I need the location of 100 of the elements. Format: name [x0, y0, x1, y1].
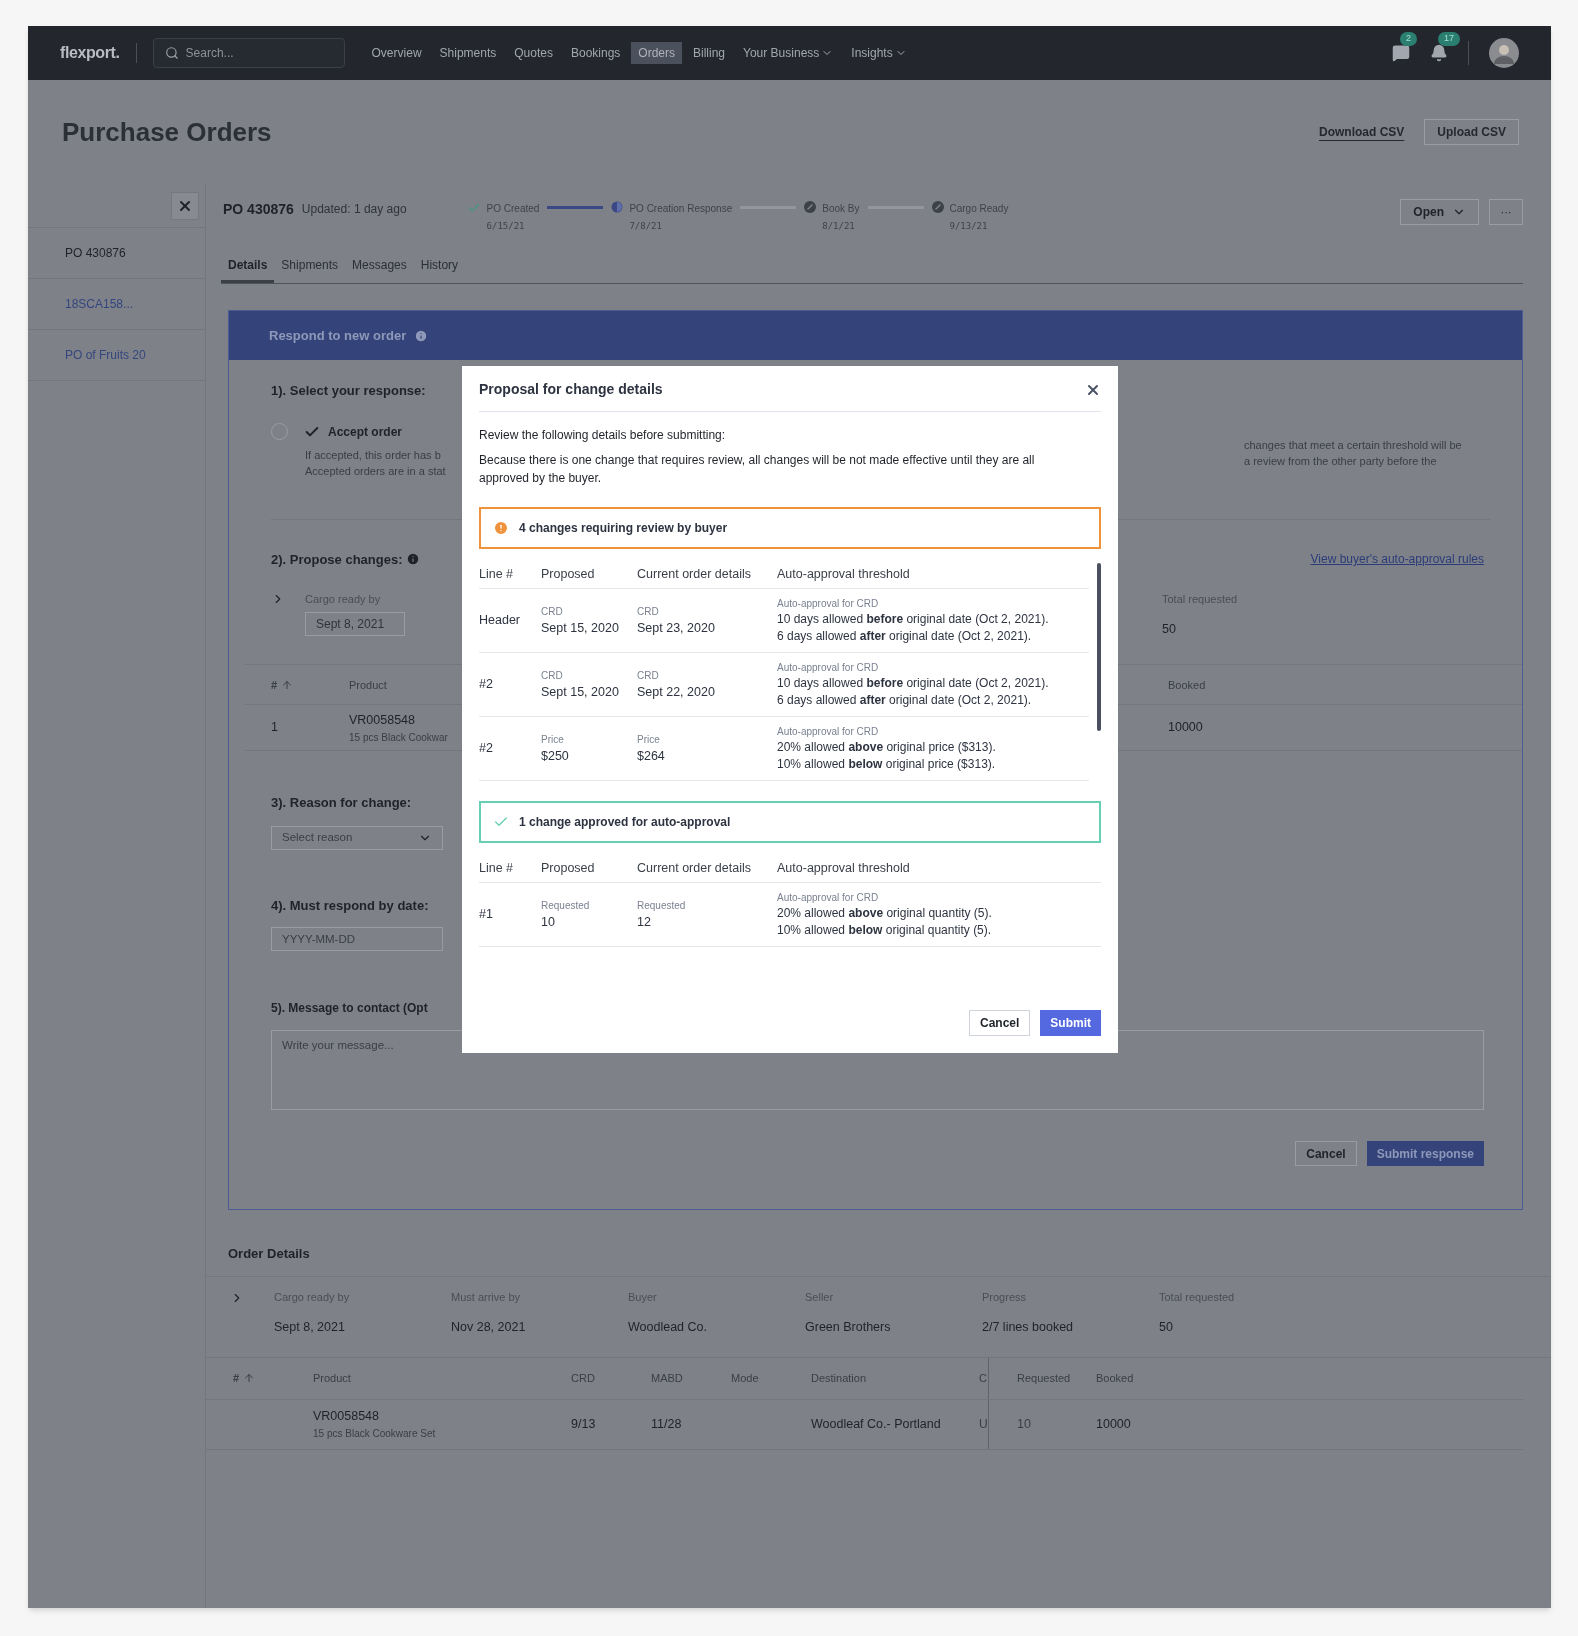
avatar[interactable] — [1489, 38, 1519, 68]
modal-message: Because there is one change that requires review, all changes will be not made effective until they are all approved by the buyer. — [479, 452, 1036, 487]
field-label: CRD — [637, 604, 660, 619]
sidebar-item[interactable]: PO 430876 — [28, 228, 205, 279]
column-header: Line # — [479, 860, 515, 878]
column-header: C — [979, 1370, 988, 1386]
chat-icon[interactable] — [1392, 44, 1410, 62]
product-description: 15 pcs Black Cookwar — [349, 730, 448, 745]
option-description: Accepted orders are in a stat — [305, 463, 446, 479]
field-value: Sept 8, 2021 — [274, 1319, 346, 1336]
field-label: CRD — [541, 668, 564, 683]
threshold-label: Auto-approval for CRD — [777, 891, 880, 905]
count-badge: 17 — [1438, 32, 1460, 46]
section-heading: 5). Message to contact (Opt — [271, 1000, 428, 1018]
proposed-value: $250 — [541, 747, 570, 765]
cancel-button[interactable]: Cancel — [968, 1010, 1031, 1036]
step-date: 8/1/21 — [822, 220, 856, 233]
field-label: CRD — [637, 668, 660, 683]
option-label: Accept order — [328, 423, 403, 441]
column-header: Auto-approval threshold — [777, 566, 911, 584]
nav-link[interactable]: Overview — [364, 42, 429, 64]
field-label: Price — [541, 732, 565, 747]
upload-button[interactable]: Upload CSV — [1424, 119, 1519, 145]
table-cell-text: Woodleaf Co.- Portland — [811, 1415, 942, 1433]
tab[interactable]: Details — [221, 256, 275, 283]
table-cell: 10 — [988, 1399, 1096, 1449]
column-header: CRD — [571, 1370, 596, 1386]
scrollbar[interactable] — [1097, 563, 1101, 731]
nav-link[interactable]: Billing — [686, 42, 733, 64]
sidebar-item[interactable]: 18SCA158... — [28, 279, 205, 330]
current-value: Sept 23, 2020 — [637, 619, 716, 637]
reason-select[interactable]: Select reason — [271, 825, 443, 850]
table-cell-text: 11/28 — [651, 1415, 683, 1433]
field-label: Requested — [541, 898, 591, 913]
step-label: Book By — [822, 202, 860, 216]
section-heading: 4). Must respond by date: — [271, 896, 429, 915]
product-code: VR0058548 — [349, 711, 417, 729]
proposed-value: Sept 15, 2020 — [541, 619, 620, 637]
tab[interactable]: History — [413, 256, 466, 283]
cancel-button[interactable]: Cancel — [1295, 1141, 1357, 1167]
column-header: Destination — [811, 1370, 868, 1386]
line-number: #2 — [479, 676, 494, 694]
search-field[interactable]: Search... — [152, 38, 345, 68]
count-badge: 2 — [1400, 32, 1417, 46]
submit-response-button[interactable]: Submit response — [1366, 1141, 1484, 1167]
line-number: 1 — [271, 719, 279, 737]
download-link[interactable]: Download CSV — [1319, 123, 1405, 141]
field-value: 50 — [1159, 1319, 1174, 1336]
section-heading: 1). Select your response: — [271, 382, 427, 400]
po-number: PO 430876 — [223, 200, 294, 219]
current-value: 12 — [637, 913, 652, 931]
field-label: CRD — [541, 604, 564, 619]
bell-icon[interactable] — [1430, 44, 1448, 62]
field-label: Requested — [637, 898, 687, 913]
threshold-rule: 10% allowed below original quantity (5). — [777, 922, 993, 939]
nav-link[interactable]: Your Business — [736, 42, 841, 64]
threshold-label: Auto-approval for CRD — [777, 597, 880, 611]
table-cell-text: 9/13 — [571, 1415, 597, 1433]
status-dropdown[interactable]: Open — [1400, 199, 1479, 225]
date-input[interactable]: YYYY-MM-DD — [271, 927, 443, 952]
warning-icon — [493, 520, 509, 536]
nav-link[interactable]: Shipments — [432, 42, 504, 64]
current-value: $264 — [637, 747, 666, 765]
column-header: Mode — [731, 1370, 760, 1386]
section-heading: 2). Propose changes: — [271, 550, 403, 569]
current-value: Sept 22, 2020 — [637, 683, 716, 701]
info-icon — [414, 328, 429, 343]
column-header: Line # — [479, 566, 515, 584]
field-value: 2/7 lines booked — [982, 1319, 1075, 1336]
product-description: 15 pcs Black Cookware Set — [313, 1426, 437, 1441]
threshold-rule: 6 days allowed after original date (Oct 2, 2021). — [777, 692, 1033, 709]
threshold-rule: 10 days allowed before original date (Oct 2, 2021). — [777, 675, 1050, 692]
step-label: PO Created — [486, 202, 540, 216]
field-value: Green Brothers — [805, 1319, 892, 1336]
product-code: VR0058548 — [313, 1408, 381, 1426]
submit-button[interactable]: Submit — [1040, 1010, 1101, 1036]
sidebar-item[interactable]: PO of Fruits 20 — [28, 330, 205, 381]
tab[interactable]: Messages — [345, 256, 414, 283]
field-value: Nov 28, 2021 — [451, 1319, 527, 1336]
logo[interactable]: flexport. — [60, 41, 120, 65]
tab[interactable]: Shipments — [274, 256, 346, 283]
nav-link[interactable]: Orders — [631, 42, 682, 64]
search-icon — [164, 46, 179, 60]
date-field[interactable]: Sept 8, 2021 — [305, 611, 405, 636]
field-value: 50 — [1162, 620, 1177, 638]
section-heading: 3). Reason for change: — [271, 794, 412, 813]
close-button[interactable] — [171, 192, 199, 220]
column-header: Auto-approval threshold — [777, 860, 911, 878]
nav-link[interactable]: Insights — [844, 42, 914, 64]
auto-approval-rules-link[interactable]: View buyer's auto-approval rules — [1310, 550, 1484, 569]
column-header: Requested — [988, 1357, 1096, 1399]
threshold-rule: 10% allowed below original price ($313). — [777, 756, 997, 773]
modal-title: Proposal for change details — [479, 380, 663, 399]
table-cell-text: U — [979, 1416, 988, 1433]
more-button[interactable]: ··· — [1489, 199, 1523, 225]
alert-title: 4 changes requiring review by buyer — [519, 520, 728, 537]
nav-link[interactable]: Bookings — [563, 42, 628, 64]
nav-link[interactable]: Quotes — [507, 42, 560, 64]
column-header: # — [233, 1369, 313, 1387]
page-title: Purchase Orders — [62, 115, 272, 149]
